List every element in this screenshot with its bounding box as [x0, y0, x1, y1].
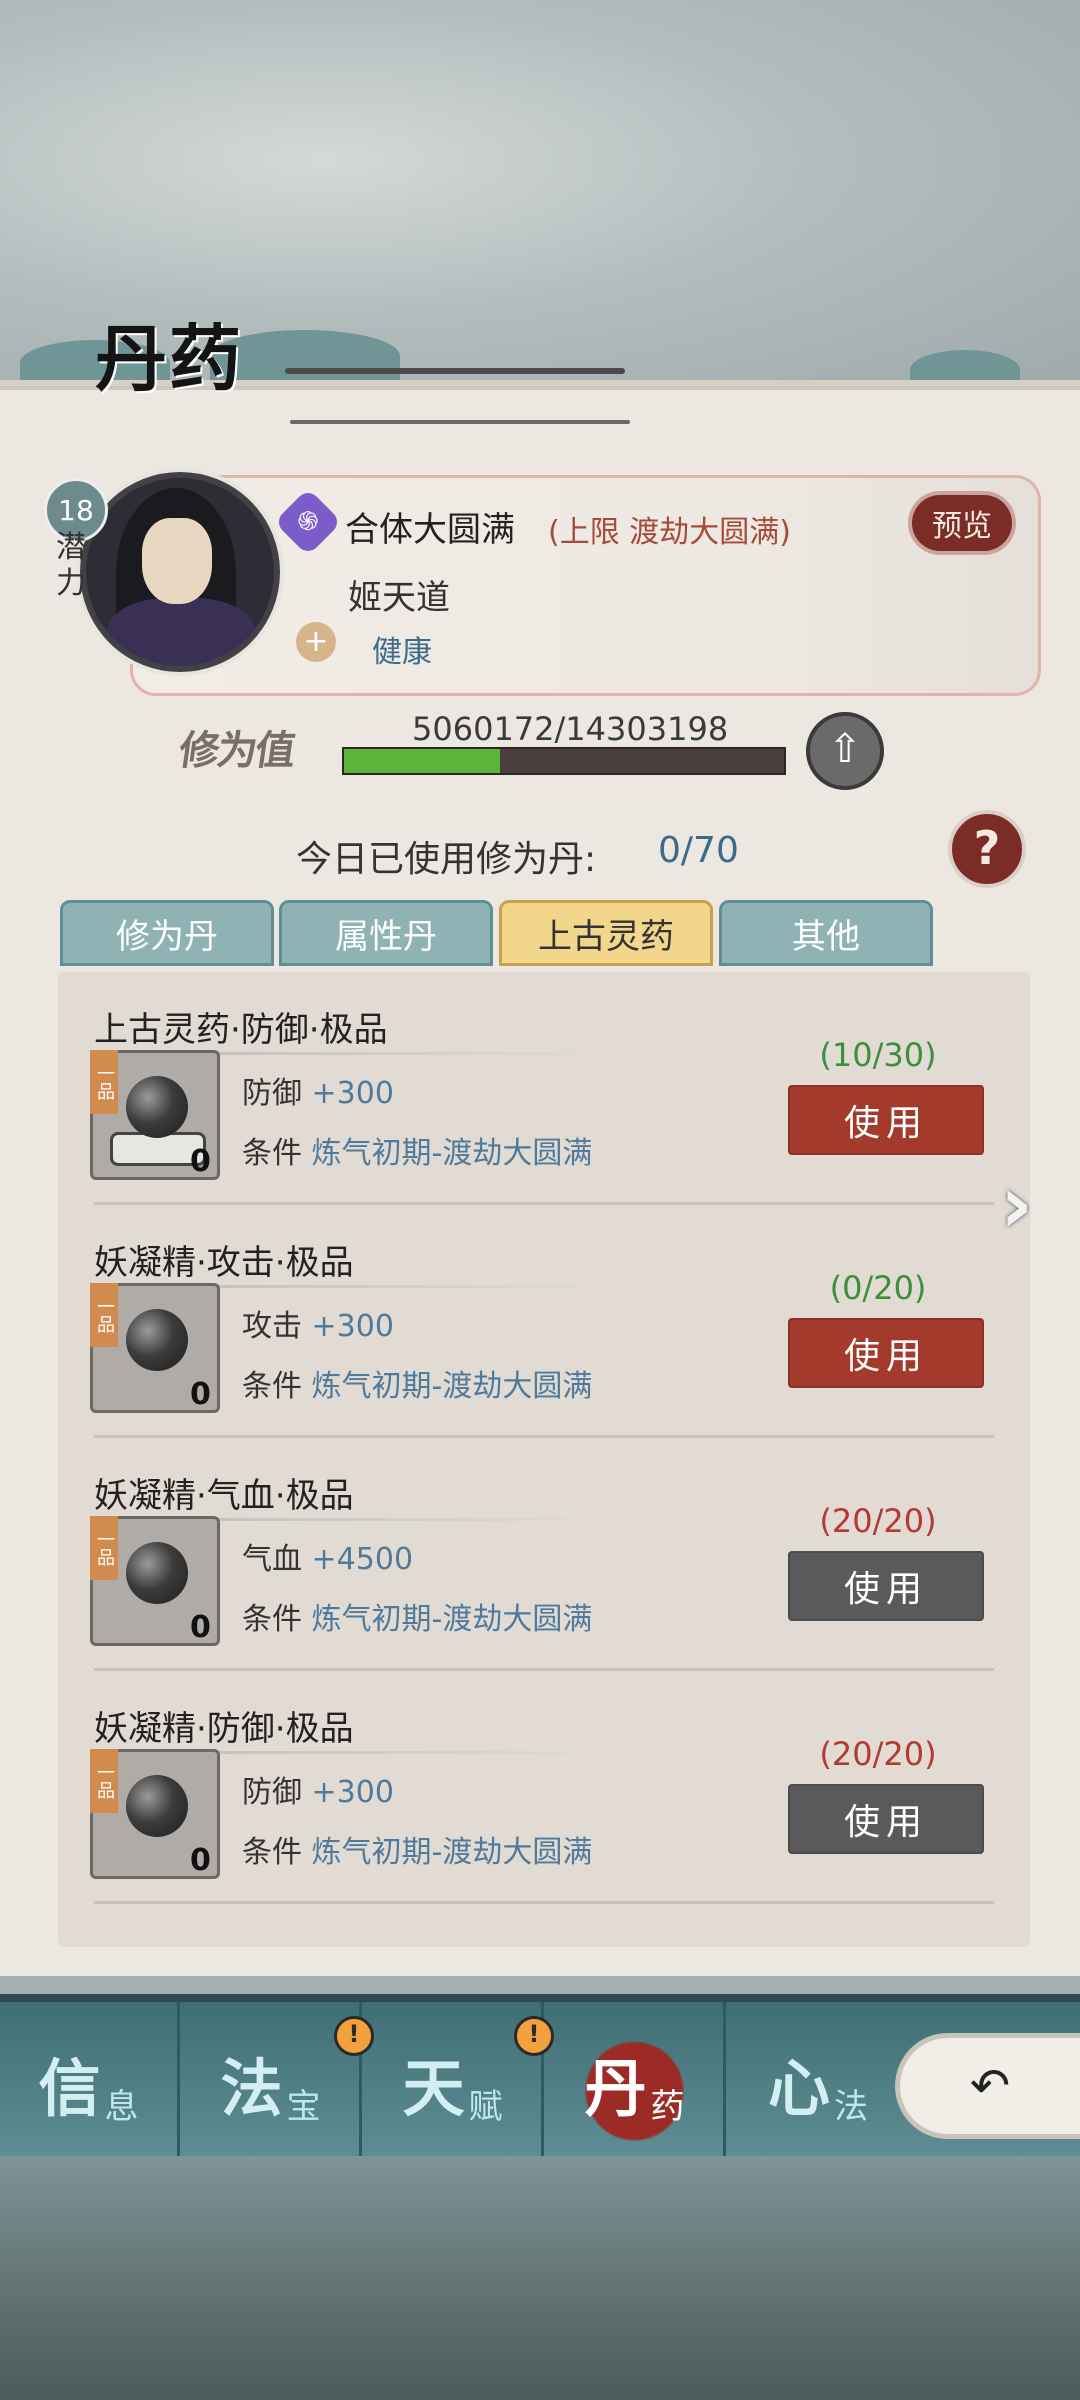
alert-icon: ! [514, 2016, 554, 2056]
item-stat-value: +300 [311, 1309, 394, 1344]
item-condition-label: 条件 [242, 1369, 302, 1404]
bottom-scenery [0, 2156, 1080, 2400]
pill-icon [126, 1775, 188, 1837]
nav-item-method-small: 法 [834, 2086, 868, 2127]
avatar-robe [106, 598, 256, 666]
item-stat: 攻击 +300 [242, 1301, 394, 1345]
item-condition-label: 条件 [242, 1136, 302, 1171]
list-item: 妖凝精·防御·极品 一品 0 防御 +300 条件 炼气初期-渡劫大圆满 (20… [58, 1671, 1030, 1904]
health-status: 健康 [372, 635, 432, 670]
item-stat-name: 攻击 [242, 1309, 302, 1344]
item-stat: 防御 +300 [242, 1068, 394, 1112]
back-arrow-icon[interactable]: ↶ [900, 2038, 1080, 2134]
list-item: 上古灵药·防御·极品 一品 0 防御 +300 条件 炼气初期-渡劫大圆满 (1… [58, 972, 1030, 1205]
grade-tag: 一品 [90, 1749, 118, 1813]
item-condition-value: 炼气初期-渡劫大圆满 [311, 1369, 593, 1404]
grade-tag: 一品 [90, 1516, 118, 1580]
avatar-face [142, 518, 212, 604]
item-stat-value: +300 [311, 1775, 394, 1810]
nav-item-info[interactable]: 信息 [0, 2002, 180, 2164]
cultivation-progress-bar [342, 747, 786, 775]
nav-item-talent-small: 赋 [468, 2086, 503, 2127]
tab-other[interactable]: 其他 [719, 900, 933, 966]
item-uses: (20/20) [819, 1735, 937, 1773]
item-condition-label: 条件 [242, 1602, 302, 1637]
list-item: 妖凝精·攻击·极品 一品 0 攻击 +300 条件 炼气初期-渡劫大圆满 (0/… [58, 1205, 1030, 1438]
nav-item-treasure-big: 法 [220, 2052, 283, 2125]
item-stat: 防御 +300 [242, 1767, 394, 1811]
item-stat-name: 气血 [242, 1542, 302, 1577]
item-count: 0 [190, 1610, 211, 1645]
heart-plus-icon: + [296, 622, 336, 662]
nav-item-info-big: 信 [38, 2052, 101, 2125]
item-title: 妖凝精·攻击·极品 [94, 1243, 354, 1283]
use-button[interactable]: 使用 [788, 1551, 984, 1621]
item-condition: 条件 炼气初期-渡劫大圆满 [242, 1594, 592, 1638]
item-uses: (20/20) [819, 1502, 937, 1540]
item-condition-label: 条件 [242, 1835, 302, 1870]
item-stat-value: +4500 [311, 1542, 414, 1577]
item-divider [94, 1901, 994, 1904]
up-arrow-icon[interactable]: ⇧ [806, 712, 884, 790]
swirl-icon-glyph: ֍ [297, 507, 319, 537]
item-uses: (10/30) [819, 1036, 937, 1074]
nav-item-treasure-small: 宝 [286, 2086, 321, 2127]
alert-icon: ! [334, 2016, 374, 2056]
usage-label: 今日已使用修为丹: [296, 839, 597, 880]
cultivation-progress-fill [344, 749, 500, 773]
list-item: 妖凝精·气血·极品 一品 0 气血 +4500 条件 炼气初期-渡劫大圆满 (2… [58, 1438, 1030, 1671]
usage-value: 0/70 [658, 830, 739, 871]
pill-list: 上古灵药·防御·极品 一品 0 防御 +300 条件 炼气初期-渡劫大圆满 (1… [58, 972, 1030, 1947]
cultivation-label: 修为值 [176, 727, 297, 774]
item-count: 0 [190, 1377, 211, 1412]
item-title: 妖凝精·防御·极品 [94, 1709, 354, 1749]
cultivation-value: 5060172/14303198 [412, 710, 729, 748]
chevron-right-icon[interactable]: › [1000, 1158, 1033, 1251]
item-stat-value: +300 [311, 1076, 394, 1111]
pill-icon [126, 1542, 188, 1604]
title-underline-secondary [290, 420, 630, 424]
item-title: 上古灵药·防御·极品 [94, 1010, 388, 1050]
pill-icon [126, 1076, 188, 1138]
item-title: 妖凝精·气血·极品 [94, 1476, 354, 1516]
item-uses: (0/20) [829, 1269, 927, 1307]
tab-attribute-pill[interactable]: 属性丹 [279, 900, 493, 966]
character-name: 姬天道 [348, 578, 450, 618]
item-condition: 条件 炼气初期-渡劫大圆满 [242, 1361, 592, 1405]
item-count: 0 [190, 1144, 211, 1179]
item-count: 0 [190, 1843, 211, 1878]
potential-label: 潜力 [56, 530, 86, 601]
pill-icon [126, 1309, 188, 1371]
nav-item-info-small: 息 [104, 2086, 139, 2127]
item-condition-value: 炼气初期-渡劫大圆满 [311, 1136, 593, 1171]
tab-ancient-herb[interactable]: 上古灵药 [499, 900, 713, 966]
page-title: 丹药 [95, 316, 244, 401]
nav-item-talent-big: 天 [402, 2052, 465, 2125]
item-condition-value: 炼气初期-渡劫大圆满 [311, 1602, 593, 1637]
item-stat-name: 防御 [242, 1076, 302, 1111]
avatar[interactable] [80, 472, 280, 672]
title-underline [285, 368, 625, 374]
use-button[interactable]: 使用 [788, 1318, 984, 1388]
tab-cultivation-pill[interactable]: 修为丹 [60, 900, 274, 966]
question-icon[interactable]: ? [948, 810, 1026, 888]
item-stat-name: 防御 [242, 1775, 302, 1810]
item-stat: 气血 +4500 [242, 1534, 413, 1578]
nav-item-method[interactable]: 心法 [728, 2002, 908, 2164]
grade-tag: 一品 [90, 1050, 118, 1114]
grade-tag: 一品 [90, 1283, 118, 1347]
item-condition: 条件 炼气初期-渡劫大圆满 [242, 1128, 592, 1172]
preview-button[interactable]: 预览 [912, 495, 1012, 551]
page-title-wrap: 丹药 [95, 300, 243, 405]
item-condition-value: 炼气初期-渡劫大圆满 [311, 1835, 593, 1870]
use-button[interactable]: 使用 [788, 1784, 984, 1854]
item-condition: 条件 炼气初期-渡劫大圆满 [242, 1827, 592, 1871]
realm-text: 合体大圆满 [345, 510, 515, 550]
nav-item-method-big: 心 [767, 2052, 830, 2125]
use-button[interactable]: 使用 [788, 1085, 984, 1155]
realm-limit-text: (上限 渡劫大圆满) [548, 515, 791, 550]
